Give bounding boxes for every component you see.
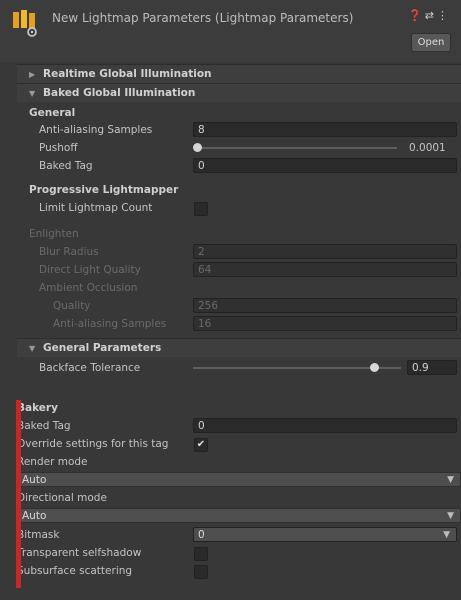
- chevron-down-icon: ▼: [443, 530, 450, 540]
- more-menu-icon[interactable]: ⋮: [437, 9, 451, 22]
- general-parameters-foldout[interactable]: ▼ General Parameters: [17, 338, 461, 357]
- aa-samples-label: Anti-aliasing Samples: [39, 124, 153, 136]
- ambient-occlusion-row: Ambient Occlusion: [17, 279, 461, 297]
- render-mode-label-row: Render mode: [17, 453, 461, 471]
- ambient-occlusion-label: Ambient Occlusion: [39, 282, 138, 294]
- enlighten-heading-row: Enlighten: [17, 225, 461, 243]
- ao-quality-field: 256: [193, 298, 457, 313]
- limit-lightmap-label: Limit Lightmap Count: [39, 202, 153, 214]
- directional-mode-label: Directional mode: [17, 492, 107, 504]
- ao-aa-samples-label: Anti-aliasing Samples: [53, 318, 167, 330]
- bitmask-label: Bitmask: [17, 529, 60, 541]
- blur-radius-label: Blur Radius: [39, 246, 99, 258]
- directional-mode-dropdown[interactable]: Auto ▼: [17, 508, 461, 523]
- lightmap-parameters-asset-icon: [13, 10, 37, 37]
- bakery-accent-bar: [16, 400, 21, 588]
- bitmask-row: Bitmask 0 ▼: [17, 526, 461, 544]
- pushoff-slider-knob[interactable]: [193, 143, 202, 152]
- realtime-gi-foldout[interactable]: ▶ Realtime Global Illumination: [17, 64, 461, 83]
- baked-gi-foldout[interactable]: ▼ Baked Global Illumination: [17, 83, 461, 102]
- backface-tolerance-label: Backface Tolerance: [39, 362, 141, 374]
- ao-aa-samples-field: 16: [193, 316, 457, 331]
- bakery-baked-tag-field[interactable]: 0: [193, 418, 457, 433]
- render-mode-dropdown[interactable]: Auto ▼: [17, 472, 461, 487]
- inspector-body: ▶ Realtime Global Illumination ▼ Baked Glo…: [17, 62, 461, 600]
- chevron-right-icon: ▶: [29, 70, 36, 79]
- ao-aa-samples-row: Anti-aliasing Samples 16: [17, 315, 461, 333]
- asset-title: New Lightmap Parameters (Lightmap Parame…: [52, 11, 354, 25]
- direct-light-quality-label: Direct Light Quality: [39, 264, 141, 276]
- subsurface-scattering-checkbox[interactable]: [194, 565, 208, 579]
- directional-mode-value: Auto: [22, 510, 47, 522]
- render-mode-label: Render mode: [17, 456, 88, 468]
- chevron-down-icon: ▼: [29, 89, 36, 98]
- direct-light-quality-field: 64: [193, 262, 457, 277]
- transparent-selfshadow-checkbox[interactable]: [194, 547, 208, 561]
- bakery-heading: Bakery: [17, 402, 58, 414]
- inspector-header: New Lightmap Parameters (Lightmap Parame…: [0, 0, 461, 62]
- aa-samples-row: Anti-aliasing Samples 8: [17, 121, 461, 139]
- transparent-selfshadow-row: Transparent selfshadow: [17, 544, 461, 562]
- override-settings-checkbox[interactable]: ✔: [194, 438, 208, 452]
- bakery-heading-row: Bakery: [17, 399, 461, 417]
- chevron-down-icon: ▼: [447, 475, 454, 485]
- general-heading-row: General: [17, 104, 461, 122]
- progressive-heading: Progressive Lightmapper: [29, 184, 179, 196]
- backface-tolerance-row: Backface Tolerance 0.9: [17, 359, 461, 377]
- transparent-selfshadow-label: Transparent selfshadow: [17, 547, 142, 559]
- progressive-heading-row: Progressive Lightmapper: [17, 181, 461, 199]
- baked-tag-label: Baked Tag: [39, 160, 93, 172]
- baked-tag-row: Baked Tag 0: [17, 157, 461, 175]
- bakery-baked-tag-row: Baked Tag 0: [17, 417, 461, 435]
- override-settings-label: Override settings for this tag: [17, 438, 169, 450]
- directional-mode-label-row: Directional mode: [17, 489, 461, 507]
- blur-radius-field: 2: [193, 244, 457, 259]
- bitmask-dropdown[interactable]: 0 ▼: [193, 527, 457, 542]
- bakery-baked-tag-label: Baked Tag: [17, 420, 71, 432]
- ao-quality-row: Quality 256: [17, 297, 461, 315]
- pushoff-row: Pushoff 0.0001: [17, 139, 461, 157]
- general-heading: General: [29, 107, 76, 119]
- pushoff-label: Pushoff: [39, 142, 78, 154]
- blur-radius-row: Blur Radius 2: [17, 243, 461, 261]
- help-icon[interactable]: ❓: [408, 9, 425, 22]
- enlighten-heading: Enlighten: [29, 228, 79, 240]
- pushoff-slider-track[interactable]: [197, 147, 397, 149]
- direct-light-quality-row: Direct Light Quality 64: [17, 261, 461, 279]
- subsurface-scattering-label: Subsurface scattering: [17, 565, 133, 577]
- chevron-down-icon: ▼: [29, 344, 36, 353]
- override-settings-row: Override settings for this tag ✔: [17, 435, 461, 453]
- limit-lightmap-row: Limit Lightmap Count: [17, 199, 461, 217]
- settings-sliders-icon[interactable]: ⇄: [425, 9, 437, 22]
- baked-tag-field[interactable]: 0: [193, 158, 457, 173]
- backface-tolerance-field[interactable]: 0.9: [407, 360, 457, 375]
- open-button[interactable]: Open: [411, 33, 451, 52]
- subsurface-scattering-row: Subsurface scattering: [17, 562, 461, 580]
- aa-samples-field[interactable]: 8: [193, 122, 457, 137]
- limit-lightmap-checkbox[interactable]: [194, 202, 208, 216]
- render-mode-value: Auto: [22, 474, 47, 486]
- ao-quality-label: Quality: [53, 300, 91, 312]
- chevron-down-icon: ▼: [447, 511, 454, 521]
- backface-slider-knob[interactable]: [370, 363, 379, 372]
- bitmask-value: 0: [198, 529, 205, 541]
- pushoff-value[interactable]: 0.0001: [409, 139, 446, 157]
